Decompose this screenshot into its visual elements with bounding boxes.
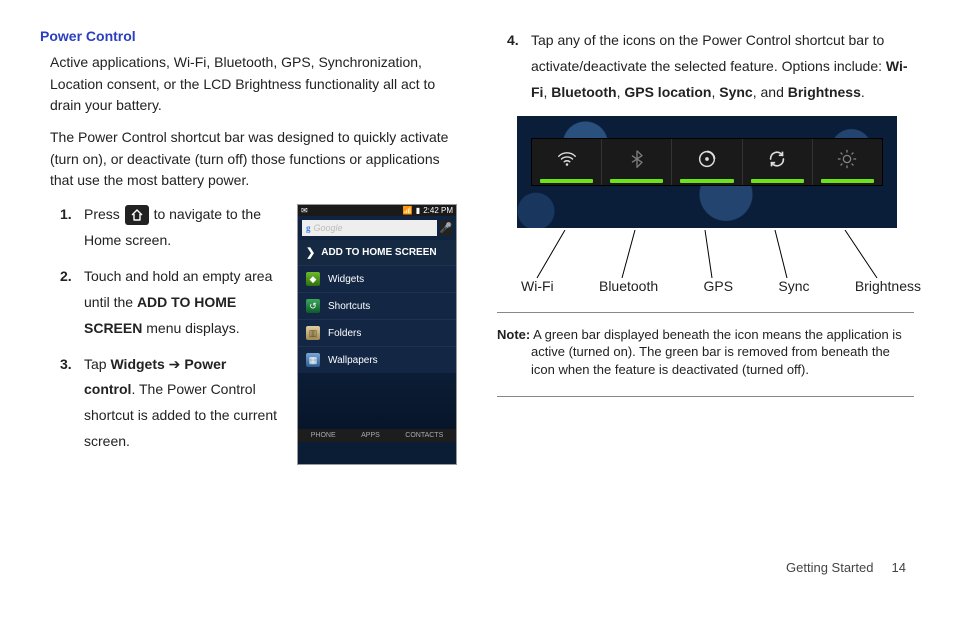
label-sync: Sync bbox=[778, 278, 809, 294]
intro-paragraph-1: Active applications, Wi-Fi, Bluetooth, G… bbox=[40, 52, 457, 117]
step4-opt4: Sync bbox=[719, 84, 752, 100]
menu-label-wallpapers: Wallpapers bbox=[328, 355, 378, 366]
section-heading: Power Control bbox=[40, 28, 457, 44]
menu-label-widgets: Widgets bbox=[328, 274, 364, 285]
phone-screenshot: ✉ 📶 ▮ 2:42 PM gGoogle 🎤 ❯ ADD TO HOME SC… bbox=[297, 204, 457, 465]
label-bluetooth: Bluetooth bbox=[599, 278, 658, 294]
intro-paragraph-2: The Power Control shortcut bar was desig… bbox=[40, 127, 457, 192]
mic-icon: 🎤 bbox=[440, 220, 452, 236]
toggle-wifi bbox=[532, 139, 602, 185]
nav-apps: APPS bbox=[361, 432, 380, 439]
left-column: Power Control Active applications, Wi-Fi… bbox=[40, 28, 457, 552]
menu-item-widgets: ◆ Widgets bbox=[298, 265, 456, 292]
label-wifi: Wi-Fi bbox=[521, 278, 554, 294]
page-body: Power Control Active applications, Wi-Fi… bbox=[0, 0, 954, 560]
nav-phone: PHONE bbox=[311, 432, 336, 439]
menu-item-wallpapers: ▦ Wallpapers bbox=[298, 346, 456, 373]
steps-list-left: Press to navigate to the Home screen. To… bbox=[40, 202, 279, 455]
phone-bottom-nav: PHONE APPS CONTACTS bbox=[298, 429, 456, 442]
step1-text-a: Press bbox=[84, 206, 124, 222]
step4-opt5: Brightness bbox=[788, 84, 861, 100]
menu-label-folders: Folders bbox=[328, 328, 361, 339]
step4-text-a: Tap any of the icons on the Power Contro… bbox=[531, 32, 886, 74]
note-label: Note: bbox=[497, 327, 530, 342]
search-placeholder: Google bbox=[314, 223, 343, 233]
toggle-brightness bbox=[813, 139, 882, 185]
menu-head-label: ADD TO HOME SCREEN bbox=[321, 247, 436, 258]
right-column: Tap any of the icons on the Power Contro… bbox=[497, 28, 914, 552]
power-control-bar bbox=[531, 138, 883, 186]
power-control-widget bbox=[517, 116, 897, 228]
wifi-icon bbox=[556, 148, 578, 175]
step3-text-a: Tap bbox=[84, 356, 110, 372]
step3-arrow: ➔ bbox=[165, 356, 185, 372]
sync-icon bbox=[766, 148, 788, 175]
add-to-home-header: ❯ ADD TO HOME SCREEN bbox=[298, 240, 456, 265]
note: Note: A green bar displayed beneath the … bbox=[497, 326, 914, 379]
step-2: Touch and hold an empty area until the A… bbox=[60, 264, 279, 342]
step4-opt2: Bluetooth bbox=[551, 84, 616, 100]
menu-item-shortcuts: ↺ Shortcuts bbox=[298, 292, 456, 319]
toggle-bluetooth bbox=[602, 139, 672, 185]
step-3: Tap Widgets ➔ Power control. The Power C… bbox=[60, 352, 279, 456]
wallpapers-icon: ▦ bbox=[306, 353, 320, 367]
menu-item-folders: ▥ Folders bbox=[298, 319, 456, 346]
callout-labels: Wi-Fi Bluetooth GPS Sync Brightness bbox=[517, 278, 925, 294]
step-1: Press to navigate to the Home screen. bbox=[60, 202, 279, 254]
steps-list-right: Tap any of the icons on the Power Contro… bbox=[497, 28, 914, 106]
phone-search-bar: gGoogle 🎤 bbox=[298, 216, 456, 240]
toggle-sync bbox=[743, 139, 813, 185]
divider-bottom bbox=[497, 396, 914, 397]
battery-icon: ▮ bbox=[416, 206, 420, 215]
toggle-gps bbox=[672, 139, 742, 185]
bluetooth-icon bbox=[627, 149, 647, 174]
widgets-icon: ◆ bbox=[306, 272, 320, 286]
step4-opt3: GPS location bbox=[624, 84, 711, 100]
note-text: A green bar displayed beneath the icon m… bbox=[530, 327, 901, 377]
menu-label-shortcuts: Shortcuts bbox=[328, 301, 370, 312]
callout-lines bbox=[517, 230, 914, 280]
step2-text-b: menu displays. bbox=[142, 320, 239, 336]
folders-icon: ▥ bbox=[306, 326, 320, 340]
shortcuts-icon: ↺ bbox=[306, 299, 320, 313]
step3-bold1: Widgets bbox=[110, 356, 164, 372]
mail-icon: ✉ bbox=[301, 206, 308, 215]
clock: 2:42 PM bbox=[423, 206, 453, 215]
label-gps: GPS bbox=[703, 278, 733, 294]
home-icon bbox=[125, 205, 149, 225]
footer-page: 14 bbox=[892, 560, 906, 575]
nav-contacts: CONTACTS bbox=[405, 432, 443, 439]
divider bbox=[497, 312, 914, 313]
label-brightness: Brightness bbox=[855, 278, 921, 294]
step-4: Tap any of the icons on the Power Contro… bbox=[507, 28, 914, 106]
footer-section: Getting Started bbox=[786, 560, 873, 575]
signal-icon: 📶 bbox=[403, 206, 413, 215]
steps-with-figure: Press to navigate to the Home screen. To… bbox=[40, 202, 457, 465]
page-footer: Getting Started 14 bbox=[0, 560, 954, 587]
power-control-figure: Wi-Fi Bluetooth GPS Sync Brightness bbox=[517, 116, 914, 294]
chevron-right-icon: ❯ bbox=[306, 246, 315, 259]
gps-icon bbox=[696, 148, 718, 175]
brightness-icon bbox=[836, 148, 858, 175]
phone-status-bar: ✉ 📶 ▮ 2:42 PM bbox=[298, 205, 456, 216]
